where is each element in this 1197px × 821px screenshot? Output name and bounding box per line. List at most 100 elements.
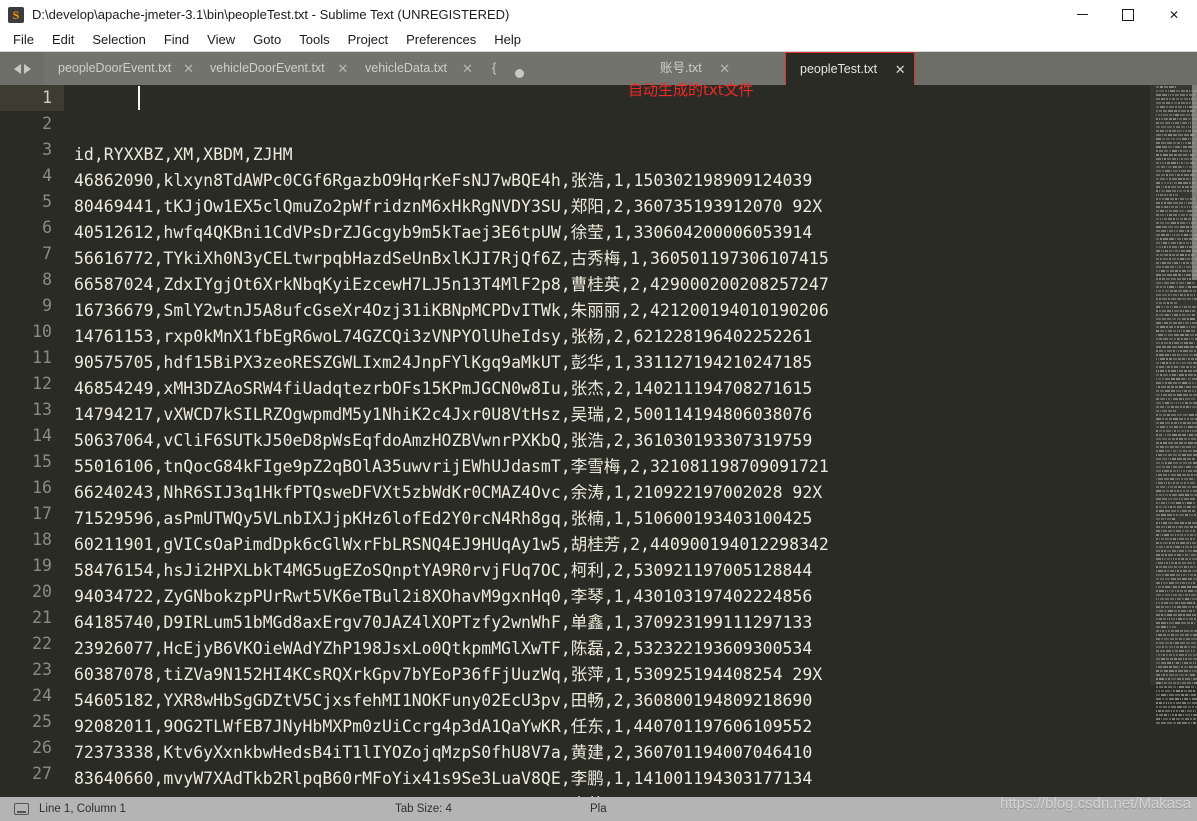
minimap-segment — [1160, 330, 1164, 332]
minimap-segment — [1185, 658, 1187, 660]
minimap-segment — [1177, 714, 1179, 716]
code-line[interactable]: 83640660,mvyW7XAdTkb2RlpqB60rMFoYix41s9S… — [64, 766, 1197, 792]
menu-item-tools[interactable]: Tools — [290, 30, 338, 50]
minimap-segment — [1156, 174, 1160, 176]
minimap-segment — [1168, 522, 1174, 524]
menu-item-help[interactable]: Help — [485, 30, 530, 50]
tab-close-icon[interactable]: ✕ — [887, 53, 913, 86]
minimap-segment — [1163, 246, 1166, 248]
code-line[interactable]: 54605182,YXR8wHbSgGDZtV5CjxsfehMI1NOKFun… — [64, 688, 1197, 714]
minimap-segment — [1156, 650, 1159, 652]
tab-close-icon[interactable]: ✕ — [457, 52, 478, 85]
tab-scroll-arrows[interactable] — [0, 52, 44, 85]
minimap-segment — [1156, 710, 1157, 712]
minimap-segment — [1159, 370, 1164, 372]
code-line[interactable]: 55016106,tnQocG84kFIge9pZ2qBOlA35uwvrijE… — [64, 454, 1197, 480]
minimap-segment — [1159, 578, 1164, 580]
minimap-segment — [1180, 218, 1183, 220]
minimap-segment — [1184, 98, 1188, 100]
minimap-segment — [1173, 218, 1175, 220]
minimap-segment — [1167, 366, 1170, 368]
menu-item-edit[interactable]: Edit — [43, 30, 83, 50]
menu-item-selection[interactable]: Selection — [83, 30, 154, 50]
code-line[interactable]: 66587024,ZdxIYgjOt6XrkNbqKyiEzcewH7LJ5n1… — [64, 272, 1197, 298]
minimap-segment — [1156, 570, 1157, 572]
code-line[interactable]: 14761153,rxp0kMnX1fbEgR6woL74GZCQi3zVNPY… — [64, 324, 1197, 350]
minimap-segment — [1194, 374, 1196, 376]
minimap-segment — [1191, 594, 1196, 596]
minimap-segment — [1190, 630, 1194, 632]
code-line[interactable]: 64185740,D9IRLum51bMGd8axErgv70JAZ4lXOPT… — [64, 610, 1197, 636]
minimap[interactable] — [1150, 85, 1197, 797]
minimap-segment — [1177, 246, 1180, 248]
minimap-segment — [1182, 390, 1183, 392]
minimize-button[interactable] — [1059, 0, 1105, 29]
tab-4[interactable]: { — [478, 52, 657, 85]
code-line[interactable]: 60387078,tiZVa9N152HI4KCsRQXrkGpv7bYEoP3… — [64, 662, 1197, 688]
tab-3[interactable]: vehicleData.txt ✕ — [351, 52, 489, 85]
minimap-segment — [1162, 198, 1164, 200]
code-line[interactable]: 92082011,9OG2TLWfEB7JNyHbMXPm0zUiCcrg4p3… — [64, 714, 1197, 740]
minimap-rows — [1156, 85, 1197, 725]
minimap-segment — [1165, 106, 1169, 108]
code-line[interactable]: id,RYXXBZ,XM,XBDM,ZJHM — [64, 142, 1197, 168]
menu-item-goto[interactable]: Goto — [244, 30, 290, 50]
code-line[interactable]: 46862090,klxyn8TdAWPc0CGf6RgazbO9HqrKeFs… — [64, 168, 1197, 194]
tab-size-label[interactable]: Tab Size: 4 — [395, 803, 452, 815]
code-line[interactable]: 46854249,xMH3DZAoSRW4fiUadqtezrbOFs15KPm… — [64, 376, 1197, 402]
tab-dirty-dot-icon[interactable] — [506, 52, 532, 85]
menu-item-project[interactable]: Project — [339, 30, 397, 50]
tab-2[interactable]: vehicleDoorEvent.txt ✕ — [196, 52, 362, 85]
minimap-segment — [1186, 470, 1187, 472]
code-line[interactable]: 16736679,SmlY2wtnJ5A8ufcGseXr4Ozj31iKBNp… — [64, 298, 1197, 324]
minimap-segment — [1168, 242, 1170, 244]
code-line[interactable]: 14794217,vXWCD7kSILRZOgwpmdM5y1NhiK2c4Jx… — [64, 402, 1197, 428]
minimap-segment — [1162, 218, 1163, 220]
code-line[interactable]: 80469441,tKJjOw1EX5clQmuZo2pWfridznM6xHk… — [64, 194, 1197, 220]
tab-next-arrow-icon[interactable] — [23, 63, 31, 74]
code-line[interactable]: 66240243,NhR6SIJ3q1HkfPTQsweDFVXt5zbWdKr… — [64, 480, 1197, 506]
minimap-segment — [1165, 222, 1170, 224]
minimap-segment — [1156, 350, 1158, 352]
editor-area[interactable]: 1 2 3 4 5 6 7 8 9 10 11 12 13 14 15 16 17 18 19 20 21 22 23 24 2… — [0, 85, 1197, 797]
minimap-segment — [1156, 518, 1160, 520]
minimap-segment — [1192, 282, 1195, 284]
code-line[interactable]: 58476154,hsJi2HPXLbkT4MG5ugEZoSQnptYA9R0… — [64, 558, 1197, 584]
minimap-segment — [1186, 210, 1188, 212]
code-line[interactable]: 23926077,HcEjyB6VKOieWAdYZhP198JsxLo0Qtk… — [64, 636, 1197, 662]
minimap-segment — [1156, 330, 1159, 332]
code-line[interactable]: 50637064,vCliF6SUTkJ50eD8pWsEqfdoAmzHOZB… — [64, 428, 1197, 454]
tab-close-icon[interactable]: ✕ — [181, 52, 196, 85]
minimap-segment — [1160, 446, 1164, 448]
minimap-segment — [1159, 150, 1163, 152]
menu-item-find[interactable]: Find — [155, 30, 198, 50]
code-line[interactable]: 72373338,Ktv6yXxnkbwHedsB4iT1lIYOZojqMzp… — [64, 740, 1197, 766]
minimap-segment — [1156, 602, 1157, 604]
menu-item-file[interactable]: File — [4, 30, 43, 50]
menu-item-preferences[interactable]: Preferences — [397, 30, 485, 50]
minimap-segment — [1183, 182, 1188, 184]
tab-prev-arrow-icon[interactable] — [13, 63, 21, 74]
sidebar-toggle-icon[interactable] — [14, 803, 29, 815]
code-content[interactable]: id,RYXXBZ,XM,XBDM,ZJHM 46862090,klxyn8TdA… — [64, 85, 1197, 797]
code-line[interactable]: 71529596,asPmUTWQy5VLnbIXJjpKHz6lofEd2Y0… — [64, 506, 1197, 532]
menu-item-view[interactable]: View — [198, 30, 244, 50]
minimap-segment — [1176, 482, 1179, 484]
tab-close-icon[interactable]: ✕ — [335, 52, 351, 85]
code-line[interactable]: 60211901,gVICsOaPimdDpk6cGlWxrFbLRSNQ4EJ… — [64, 532, 1197, 558]
minimap-segment — [1172, 558, 1174, 560]
minimap-segment — [1161, 342, 1163, 344]
minimap-segment — [1156, 290, 1157, 292]
close-button[interactable]: ✕ — [1151, 0, 1197, 29]
vertical-scrollbar[interactable] — [1192, 85, 1197, 280]
maximize-button[interactable] — [1105, 0, 1151, 29]
code-line[interactable]: 40512612,hwfq4QKBni1CdVPsDrZJGcgyb9m5kTa… — [64, 220, 1197, 246]
syntax-label[interactable]: Pla — [590, 803, 607, 815]
minimap-segment — [1189, 394, 1193, 396]
tab-1[interactable]: peopleDoorEvent.txt ✕ — [44, 52, 207, 85]
code-line[interactable]: 56616772,TYkiXh0N3yCELtwrpqbHazdSeUnBxlK… — [64, 246, 1197, 272]
code-line[interactable]: 90575705,hdf15BiPX3zeoRESZGWLIxm24JnpFYl… — [64, 350, 1197, 376]
minimap-segment — [1188, 426, 1194, 428]
tab-6[interactable]: peopleTest.txt ✕ — [785, 52, 915, 85]
code-line[interactable]: 94034722,ZyGNbokzpPUrRwt5VK6eTBul2i8XOha… — [64, 584, 1197, 610]
